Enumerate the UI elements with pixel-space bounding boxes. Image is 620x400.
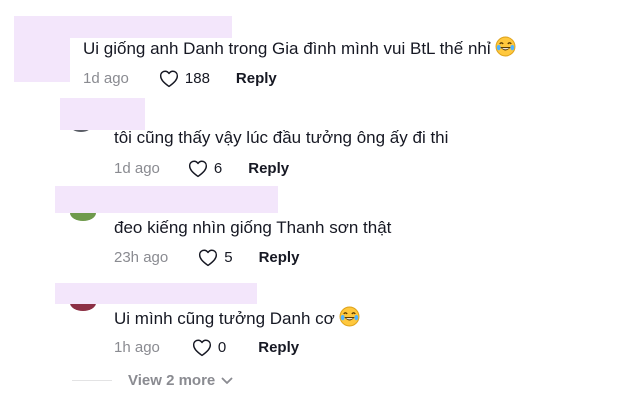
like-button[interactable]: 6 xyxy=(188,159,222,178)
comment-text: Ui mình cũng tưởng Danh cơ xyxy=(114,306,360,333)
like-count: 5 xyxy=(224,248,233,266)
view-more-button[interactable]: View 2 more xyxy=(128,372,233,389)
comment-text-content: Ui mình cũng tưởng Danh cơ xyxy=(114,309,335,328)
heart-outline-icon xyxy=(192,339,211,356)
comment-time: 1d ago xyxy=(83,69,129,87)
like-count: 6 xyxy=(213,159,223,177)
reply-button[interactable]: Reply xyxy=(258,339,299,356)
comment-text-content: đeo kiếng nhìn giống Thanh sơn thật xyxy=(114,218,392,237)
view-more-label: View 2 more xyxy=(128,372,216,389)
comment-time: 1d ago xyxy=(114,159,160,177)
comment-meta: 1h ago 0 Reply xyxy=(114,336,299,358)
like-button[interactable]: 0 xyxy=(192,338,226,357)
redacted-username-2 xyxy=(60,98,145,130)
redacted-username-3 xyxy=(55,186,278,213)
comment-text: Ui giống anh Danh trong Gia đình mình vu… xyxy=(83,36,516,63)
heart-outline-icon xyxy=(199,249,218,266)
reply-button[interactable]: Reply xyxy=(236,70,277,87)
comment-time: 1h ago xyxy=(114,338,160,356)
laughing-tears-emoji-icon xyxy=(495,36,516,63)
laughing-tears-emoji-icon xyxy=(339,306,360,333)
redacted-username-4 xyxy=(55,283,257,304)
comment-meta: 23h ago 5 Reply xyxy=(114,246,299,268)
redacted-avatar-1 xyxy=(14,38,70,82)
like-count: 188 xyxy=(184,69,210,87)
comment-text: tôi cũng thấy vậy lúc đầu tưởng ông ấy đ… xyxy=(114,127,448,149)
comment-text-content: tôi cũng thấy vậy lúc đầu tưởng ông ấy đ… xyxy=(114,128,449,147)
comment-meta: 1d ago 6 Reply xyxy=(114,157,289,179)
comment-time: 23h ago xyxy=(114,248,169,266)
heart-outline-icon xyxy=(188,160,207,177)
redacted-username-1 xyxy=(14,16,232,38)
reply-button[interactable]: Reply xyxy=(259,249,300,266)
chevron-down-icon xyxy=(221,377,233,384)
reply-button[interactable]: Reply xyxy=(248,160,289,177)
view-more-replies: View 2 more xyxy=(72,372,233,389)
heart-outline-icon xyxy=(159,70,178,87)
comment-meta: 1d ago 188 Reply xyxy=(83,67,277,89)
like-button[interactable]: 188 xyxy=(159,69,210,88)
comment-text: đeo kiếng nhìn giống Thanh sơn thật xyxy=(114,217,391,239)
like-button[interactable]: 5 xyxy=(198,248,233,267)
comment-text-content: Ui giống anh Danh trong Gia đình mình vu… xyxy=(83,39,491,58)
divider xyxy=(72,380,112,381)
like-count: 0 xyxy=(217,338,227,356)
